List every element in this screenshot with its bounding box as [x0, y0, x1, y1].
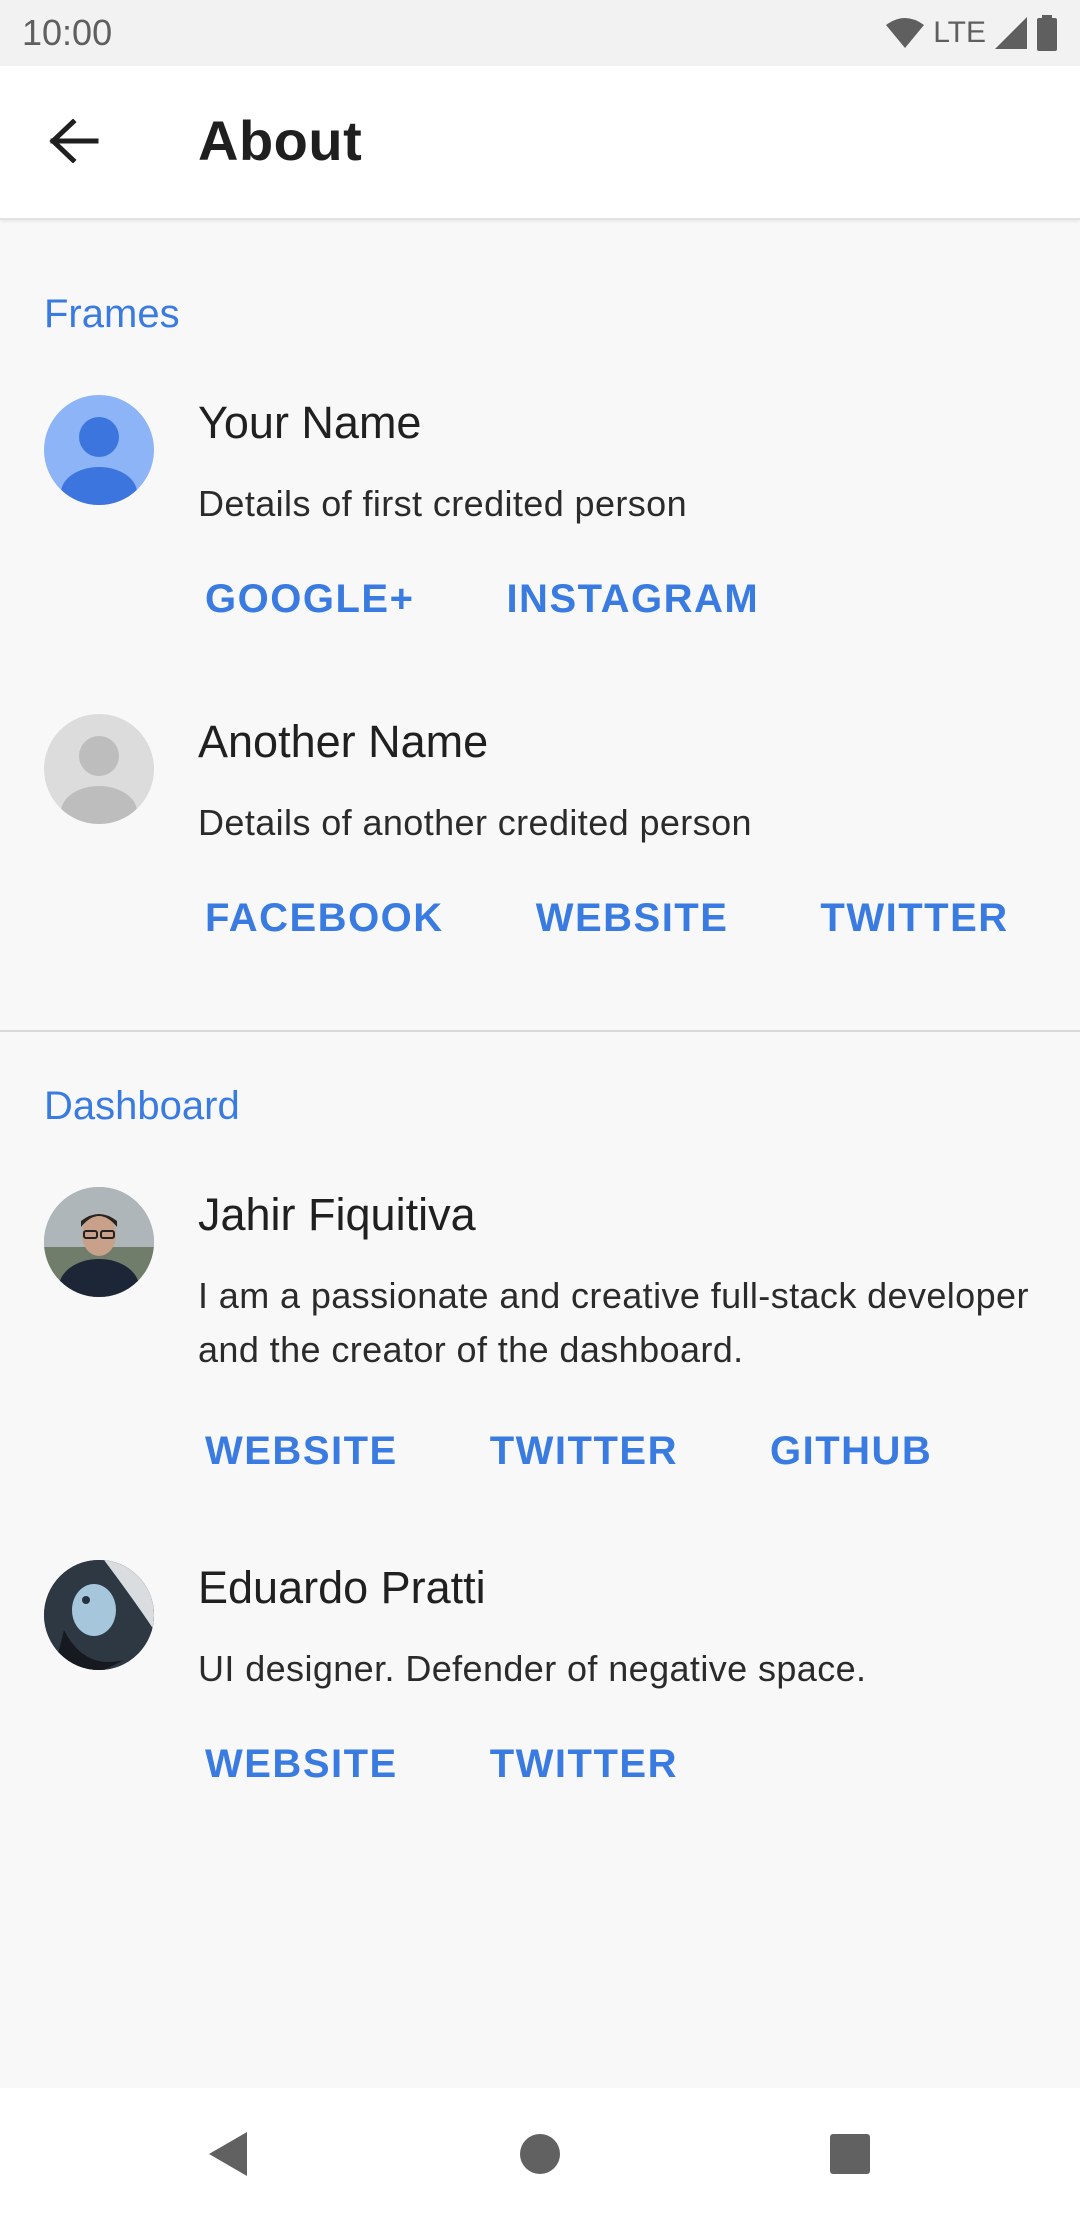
avatar: [44, 714, 154, 824]
back-button[interactable]: [34, 103, 114, 183]
page-title: About: [198, 109, 363, 172]
person-placeholder-icon: [61, 736, 137, 824]
nav-back-button[interactable]: [198, 2126, 258, 2186]
signal-icon: [994, 16, 1028, 50]
person-name: Another Name: [198, 716, 489, 767]
link-row: WEBSITE TWITTER GITHUB: [170, 1417, 989, 1486]
google-plus-link[interactable]: GOOGLE+: [170, 565, 449, 634]
avatar-photo: [44, 1187, 154, 1297]
profile-photo: [44, 1187, 154, 1297]
person-description: Details of another credited person: [198, 802, 752, 843]
battery-icon: [1036, 15, 1058, 51]
status-icons: LTE: [885, 15, 1058, 51]
profile-photo: [44, 1560, 154, 1670]
website-link[interactable]: WEBSITE: [170, 1417, 433, 1486]
credit-card-another-name: Another Name Details of another credited…: [0, 714, 1080, 974]
credit-card-jahir: Jahir Fiquitiva I am a passionate and cr…: [0, 1187, 1080, 1487]
twitter-link[interactable]: TWITTER: [455, 1730, 713, 1799]
website-link[interactable]: WEBSITE: [170, 1730, 433, 1799]
twitter-link[interactable]: TWITTER: [785, 884, 1043, 953]
link-row: FACEBOOK WEBSITE TWITTER: [170, 884, 1066, 953]
arrow-back-icon: [49, 117, 99, 168]
link-row: WEBSITE TWITTER: [170, 1730, 735, 1799]
link-row: GOOGLE+ INSTAGRAM: [170, 565, 816, 634]
person-description: UI designer. Defender of negative space.: [198, 1648, 867, 1689]
person-description: Details of first credited person: [198, 483, 688, 524]
nav-home-button[interactable]: [510, 2126, 570, 2186]
avatar: [44, 395, 154, 505]
recents-square-icon: [828, 2132, 872, 2181]
github-link[interactable]: GITHUB: [735, 1417, 967, 1486]
status-time: 10:00: [22, 12, 113, 53]
avatar-photo: [44, 1560, 154, 1670]
nav-recents-button[interactable]: [820, 2126, 880, 2186]
credit-card-your-name: Your Name Details of first credited pers…: [0, 395, 1080, 655]
section-title-dashboard: Dashboard: [44, 1084, 240, 1128]
instagram-link[interactable]: INSTAGRAM: [471, 565, 794, 634]
credit-card-eduardo: Eduardo Pratti UI designer. Defender of …: [0, 1560, 1080, 1820]
status-bar: 10:00 LTE: [0, 0, 1080, 66]
twitter-link[interactable]: TWITTER: [455, 1417, 713, 1486]
facebook-link[interactable]: FACEBOOK: [170, 884, 479, 953]
person-name: Jahir Fiquitiva: [198, 1189, 476, 1240]
network-type: LTE: [933, 16, 986, 49]
back-triangle-icon: [205, 2129, 251, 2184]
system-nav-bar: [0, 2088, 1080, 2220]
section-title-frames: Frames: [44, 292, 180, 336]
wifi-icon: [885, 17, 925, 49]
person-placeholder-icon: [61, 417, 137, 505]
home-circle-icon: [518, 2132, 562, 2181]
app-bar: About: [0, 66, 1080, 220]
website-link[interactable]: WEBSITE: [501, 884, 764, 953]
person-name: Eduardo Pratti: [198, 1562, 486, 1613]
section-divider: [0, 1030, 1080, 1032]
person-description: I am a passionate and creative full-stac…: [198, 1275, 1029, 1370]
person-name: Your Name: [198, 397, 422, 448]
